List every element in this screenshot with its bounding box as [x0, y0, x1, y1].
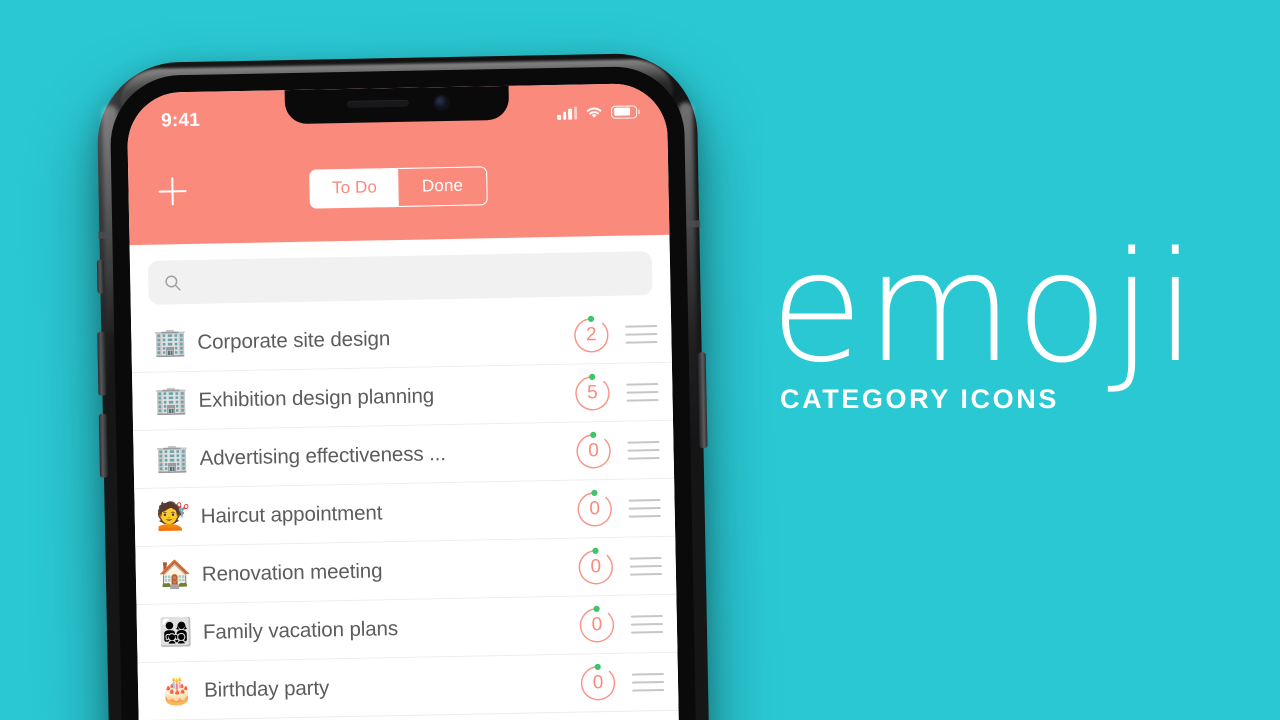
task-row[interactable]: 🏢 Exhibition design planning 5 — [132, 362, 674, 432]
task-count: 0 — [592, 672, 604, 694]
header-toolbar: To Do Done — [128, 129, 670, 245]
power-button[interactable] — [697, 352, 708, 449]
drag-handle[interactable] — [628, 498, 661, 518]
task-list: 🏢 Corporate site design 2 🏢 Exhibition desig… — [130, 304, 679, 720]
volume-up-button[interactable] — [97, 331, 107, 396]
drag-handle[interactable] — [631, 672, 665, 692]
mute-switch-button[interactable] — [96, 259, 105, 294]
battery-icon — [610, 104, 638, 119]
status-dot — [592, 547, 599, 554]
task-count: 0 — [588, 440, 600, 462]
phone-mockup: 9:41 To Do Done 🏢 Corporate site design … — [96, 52, 719, 720]
task-count: 2 — [585, 324, 597, 346]
task-count: 0 — [590, 556, 602, 578]
earpiece-speaker-icon — [346, 99, 409, 108]
task-count: 0 — [589, 498, 601, 520]
tab-done[interactable]: Done — [398, 166, 487, 206]
status-icons — [557, 104, 638, 120]
task-title: Advertising effectiveness ... — [199, 441, 447, 470]
task-row[interactable]: 🏢 Advertising effectiveness ... 0 — [133, 420, 675, 490]
task-counter[interactable]: 0 — [573, 544, 618, 589]
status-dot — [587, 315, 595, 322]
front-camera-icon — [434, 96, 448, 110]
status-dot — [594, 663, 601, 670]
status-dot — [593, 605, 600, 612]
drag-handle[interactable] — [626, 382, 659, 402]
task-counter[interactable]: 0 — [572, 486, 617, 531]
drag-handle[interactable] — [629, 556, 662, 576]
drag-handle[interactable] — [630, 614, 664, 634]
cellular-signal-icon — [557, 106, 578, 120]
office-building-emoji: 🏢 — [153, 327, 188, 359]
task-counter[interactable]: 5 — [570, 370, 615, 415]
task-title: Haircut appointment — [200, 500, 383, 528]
search-bar[interactable] — [147, 251, 653, 305]
task-counter[interactable]: 0 — [571, 428, 616, 473]
task-counter[interactable]: 0 — [574, 602, 619, 647]
task-counter[interactable]: 2 — [569, 312, 614, 357]
task-row[interactable]: 🎂 Birthday party 0 — [137, 652, 679, 720]
task-row[interactable]: 💇 Haircut appointment 0 — [134, 478, 676, 548]
task-title: Family vacation plans — [202, 616, 399, 644]
task-title: Corporate site design — [197, 326, 391, 354]
search-icon — [165, 275, 181, 291]
task-row[interactable]: 🏢 Corporate site design 2 — [130, 304, 672, 374]
screenshot-stage: 9:41 To Do Done 🏢 Corporate site design … — [0, 0, 1280, 720]
status-dot — [591, 489, 598, 496]
task-row[interactable]: 👨‍👩‍👧‍👦 Family vacation plans 0 — [136, 594, 678, 664]
brand-title: emoji — [770, 219, 1200, 396]
segmented-control[interactable]: To Do Done — [309, 165, 488, 209]
add-task-button[interactable] — [154, 173, 191, 210]
drag-handle[interactable] — [625, 324, 658, 344]
status-dot — [589, 373, 596, 380]
search-input[interactable] — [191, 264, 637, 291]
tab-todo[interactable]: To Do — [310, 168, 399, 208]
task-title: Exhibition design planning — [198, 383, 435, 412]
birthday-cake-emoji: 🎂 — [159, 675, 195, 707]
task-title: Renovation meeting — [201, 558, 383, 586]
branding-block: emoji CATEGORY ICONS — [770, 219, 1200, 415]
office-building-emoji: 🏢 — [154, 385, 189, 417]
phone-screen: 9:41 To Do Done 🏢 Corporate site design … — [126, 82, 689, 720]
task-row[interactable]: 🏠 Renovation meeting 0 — [135, 536, 677, 606]
task-count: 5 — [586, 382, 598, 404]
notch — [284, 85, 510, 125]
task-counter[interactable]: 0 — [576, 660, 621, 705]
status-dot — [590, 431, 597, 438]
status-time: 9:41 — [160, 109, 201, 132]
wifi-icon — [586, 106, 602, 118]
app-body: 🏢 Corporate site design 2 🏢 Exhibition desig… — [129, 234, 689, 720]
house-emoji: 🏠 — [157, 559, 192, 591]
search-section — [130, 235, 671, 315]
drag-handle[interactable] — [627, 440, 660, 460]
task-title: Birthday party — [203, 675, 330, 702]
haircut-emoji: 💇 — [156, 501, 191, 533]
antenna-line-right — [684, 220, 701, 228]
task-count: 0 — [591, 614, 603, 636]
family-emoji: 👨‍👩‍👧‍👦 — [158, 617, 193, 649]
volume-down-button[interactable] — [98, 413, 109, 478]
office-building-emoji: 🏢 — [155, 443, 190, 475]
